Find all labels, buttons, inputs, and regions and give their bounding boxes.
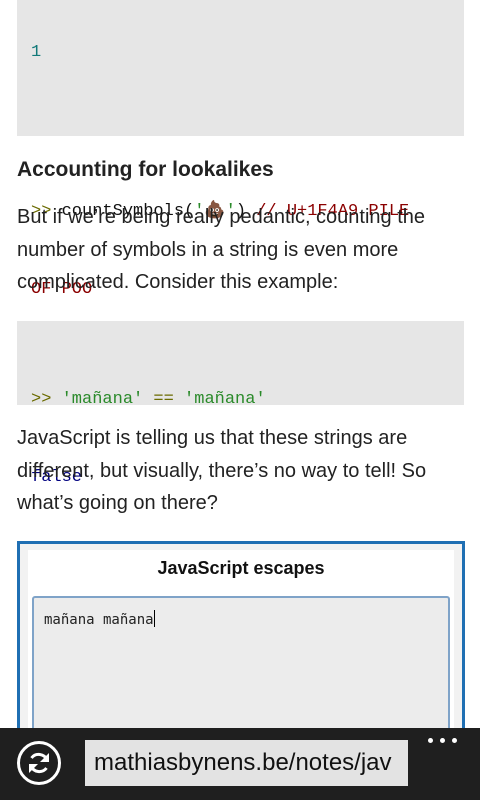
paragraph-2: JavaScript is telling us that these stri… xyxy=(17,427,427,514)
ellipsis-icon[interactable] xyxy=(428,738,460,750)
code-prev-result: 1 xyxy=(31,43,42,62)
browser-app-bar: mathiasbynens.be/notes/jav xyxy=(0,728,480,800)
javascript-escapes-widget: JavaScript escapes mañana mañana xyxy=(17,541,465,728)
code-string-2: 'mañana' xyxy=(184,390,266,409)
escape-input-value: mañana mañana xyxy=(44,612,154,628)
code-block-manana: >> 'mañana' == 'mañana' false xyxy=(17,321,464,487)
text-caret xyxy=(153,610,155,627)
widget-title: JavaScript escapes xyxy=(157,558,325,578)
address-bar[interactable]: mathiasbynens.be/notes/jav xyxy=(85,740,408,786)
code-prompt: >> xyxy=(31,390,52,409)
refresh-icon[interactable] xyxy=(17,741,61,785)
code-string-1: 'mañana' xyxy=(51,390,144,409)
page-content: 1 >> countSymbols('💩') // U+1F4A9 PILE O… xyxy=(0,0,480,728)
code-operator: == xyxy=(143,390,185,409)
widget-panel: JavaScript escapes mañana mañana xyxy=(28,550,454,728)
paragraph-1: But if we’re being really pedantic, coun… xyxy=(17,206,426,293)
section-heading: Accounting for lookalikes xyxy=(17,158,274,181)
code-block-symbols: 1 >> countSymbols('💩') // U+1F4A9 PILE O… xyxy=(17,0,464,377)
escape-text-input[interactable]: mañana mañana xyxy=(32,596,450,728)
